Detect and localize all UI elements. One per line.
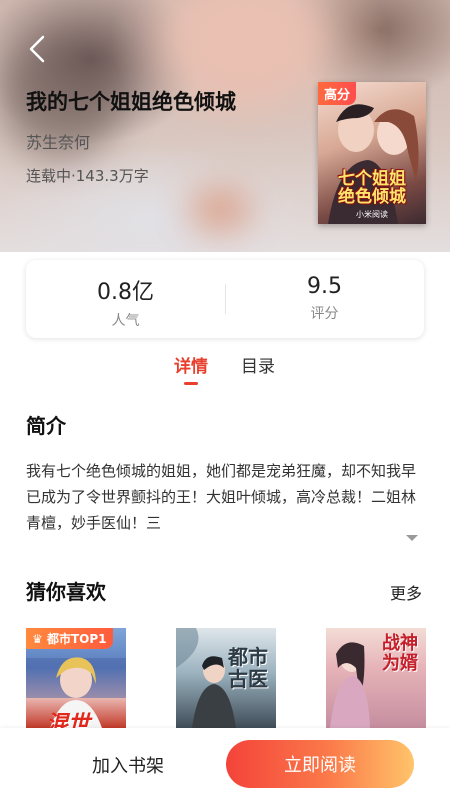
cover-publisher: 小米阅读 [356,210,388,219]
recommend-cover-title: 混世 [46,712,91,728]
back-button[interactable] [20,32,54,66]
book-status-wordcount: 连载中·143.3万字 [26,167,149,185]
book-header: 我的七个姐姐绝色倾城 苏生奈何 连载中·143.3万字 高分 七个姐姐 绝色倾城… [0,0,450,252]
recommend-badge-label: 都市TOP1 [46,632,107,646]
read-now-button[interactable]: 立即阅读 [226,740,414,788]
stat-label: 人气 [111,313,140,329]
tab-details[interactable]: 详情 [174,352,208,377]
book-author[interactable]: 苏生奈何 [26,129,90,153]
add-to-shelf-button[interactable]: 加入书架 [92,752,164,778]
recommend-book[interactable]: 战神为婿 [326,628,426,728]
chevron-down-icon [406,535,418,541]
book-cover: 高分 七个姐姐 绝色倾城 小米阅读 [318,82,426,224]
intro-heading: 简介 [26,414,66,438]
recommend-heading: 猜你喜欢 [26,580,106,604]
recommend-cover-title: 都市古医 [228,645,268,691]
cover-badge: 高分 [318,82,357,105]
crown-icon: ♛ [32,632,43,646]
recommend-badge: ♛ 都市TOP1 [26,628,113,649]
book-stats-card: 0.8亿 人气 9.5 评分 [26,260,424,338]
bottom-action-bar: 加入书架 立即阅读 [0,728,450,800]
recommend-book[interactable]: ♛ 都市TOP1 混世 [26,628,126,728]
more-link[interactable]: 更多 [390,580,422,604]
stat-rating: 9.5 评分 [225,274,424,323]
recommend-book[interactable]: 都市古医 [176,628,276,728]
stat-value: 0.8亿 [97,280,154,305]
cover-backdrop-blur [170,0,320,100]
book-title: 我的七个姐姐绝色倾城 [26,90,236,114]
recommend-cover-title: 战神为婿 [382,633,418,674]
cover-title-line: 七个姐姐 [338,169,406,189]
tab-catalog[interactable]: 目录 [241,352,275,377]
back-arrow-icon [29,35,45,63]
stat-popularity: 0.8亿 人气 [26,274,225,330]
stat-label: 评分 [310,306,339,322]
cover-backdrop-blur [190,190,250,230]
stat-value: 9.5 [307,274,342,299]
intro-text: 我有七个绝色倾城的姐姐，她们都是宠弟狂魔，却不知我早已成为了令世界颤抖的王！大姐… [26,462,417,532]
tab-active-indicator [184,382,198,385]
cover-title-line: 绝色倾城 [338,187,406,207]
cover-title: 七个姐姐 绝色倾城 [322,170,422,206]
expand-intro-button[interactable] [405,528,419,547]
